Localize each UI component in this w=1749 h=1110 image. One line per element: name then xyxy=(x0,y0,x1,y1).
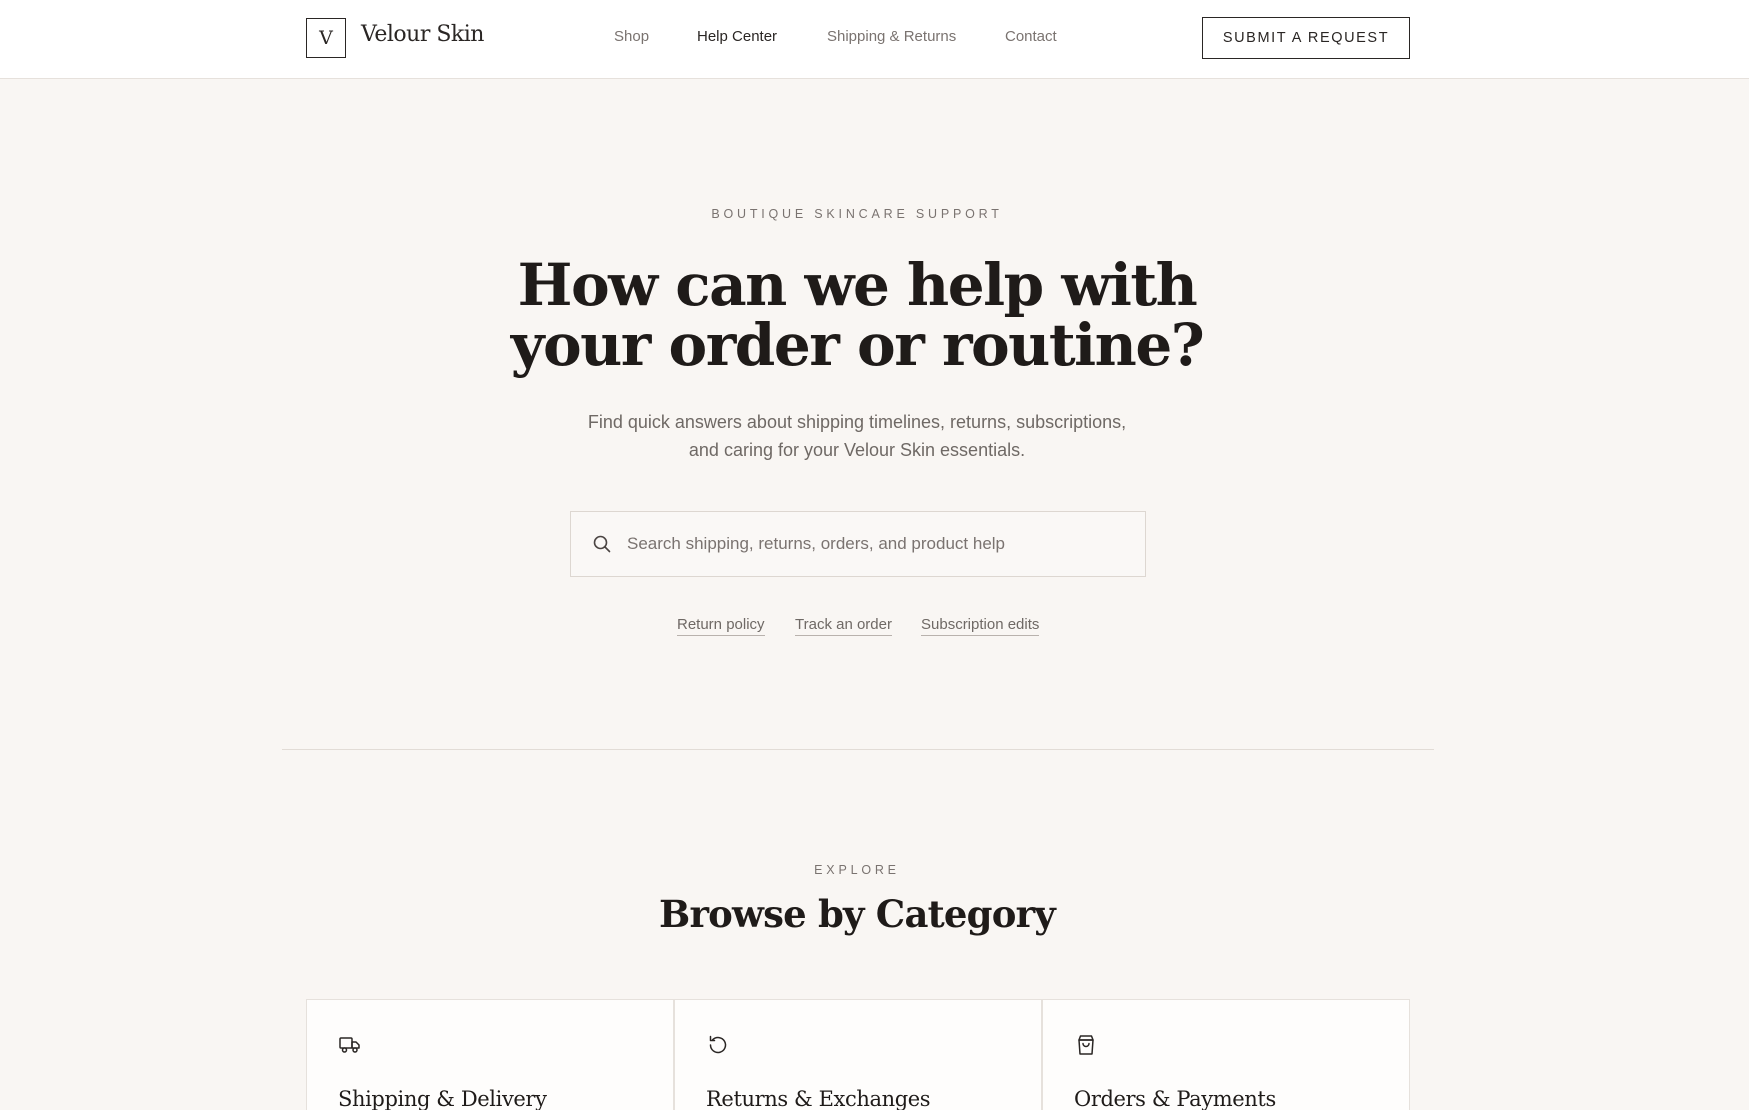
hero-subtitle: Find quick answers about shipping timeli… xyxy=(557,408,1157,464)
nav-item-shipping-returns[interactable]: Shipping & Returns xyxy=(827,28,956,45)
quick-link-return-policy[interactable]: Return policy xyxy=(677,616,765,636)
nav-item-contact[interactable]: Contact xyxy=(1005,28,1057,45)
submit-request-button[interactable]: SUBMIT A REQUEST xyxy=(1202,17,1410,59)
quick-link-subscription-edits[interactable]: Subscription edits xyxy=(921,616,1040,636)
shopping-bag-icon xyxy=(1078,1035,1094,1055)
quick-links: Return policy Track an order Subscriptio… xyxy=(0,616,1749,638)
category-card-shipping[interactable]: Shipping & Delivery xyxy=(306,999,674,1110)
truck-icon xyxy=(339,1037,360,1053)
hero-subtitle-line-1: Find quick answers about shipping timeli… xyxy=(587,412,1127,432)
site-header: V Velour Skin Shop Help Center Shipping … xyxy=(0,0,1749,79)
main-nav: Shop Help Center Shipping & Returns Cont… xyxy=(0,28,1749,48)
category-title-returns: Returns & Exchanges xyxy=(706,1087,931,1110)
help-search-box[interactable] xyxy=(570,511,1146,577)
search-input[interactable] xyxy=(627,512,1127,576)
nav-item-shop[interactable]: Shop xyxy=(614,28,649,45)
category-title-shipping: Shipping & Delivery xyxy=(338,1087,547,1110)
return-arrow-icon xyxy=(709,1035,727,1054)
hero-subtitle-line-2: and caring for your Velour Skin essentia… xyxy=(688,440,1026,460)
hero-title-line-1: How can we help with xyxy=(517,251,1198,319)
search-icon xyxy=(593,535,611,553)
category-title-orders: Orders & Payments xyxy=(1074,1087,1276,1110)
category-card-returns[interactable]: Returns & Exchanges xyxy=(674,999,1042,1110)
category-card-orders[interactable]: Orders & Payments xyxy=(1042,999,1410,1110)
hero-title: How can we help with your order or routi… xyxy=(0,255,1714,375)
categories-eyebrow: EXPLORE xyxy=(814,863,900,877)
categories-title: Browse by Category xyxy=(659,892,1056,936)
section-divider xyxy=(282,749,1434,750)
hero-title-line-2: your order or routine? xyxy=(510,311,1205,379)
hero-eyebrow: BOUTIQUE SKINCARE SUPPORT xyxy=(711,207,1003,221)
nav-item-help-center[interactable]: Help Center xyxy=(697,28,777,45)
quick-link-track-order[interactable]: Track an order xyxy=(795,616,892,636)
